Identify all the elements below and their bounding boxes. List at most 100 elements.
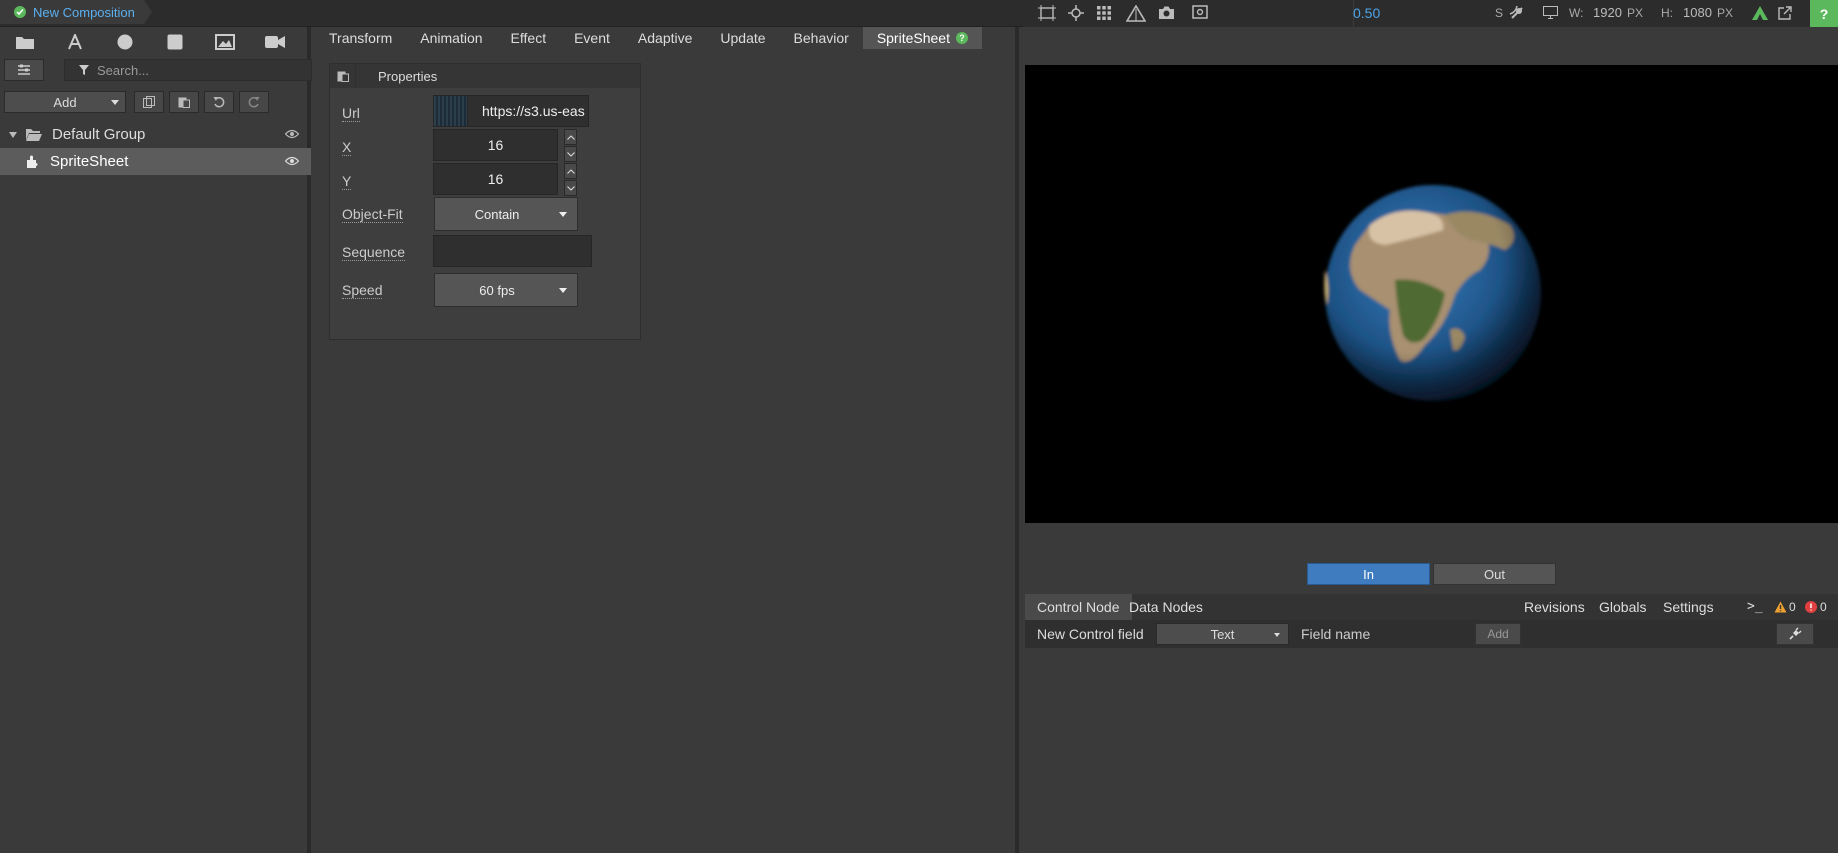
safe-area-triangle-icon[interactable] [1126,5,1146,22]
redo-button[interactable] [239,91,269,113]
camera-icon[interactable] [1158,5,1175,20]
folder-icon[interactable] [0,27,50,57]
tab-effect[interactable]: Effect [497,27,561,49]
scale-label: S [1495,6,1504,20]
tab-label: SpriteSheet [876,30,950,46]
tab-settings[interactable]: Settings [1651,594,1726,620]
tree-item-label: SpriteSheet [50,153,129,170]
paste-properties-button[interactable] [330,64,356,88]
width-value[interactable]: 1920 [1593,5,1622,20]
url-field[interactable]: https://s3.us-eas [433,95,589,127]
help-icon[interactable]: ? [955,32,968,44]
move-crosshair-icon[interactable] [1068,5,1084,21]
chevron-down-icon [566,151,575,157]
y-decrement-button[interactable] [564,180,577,196]
grid-icon[interactable] [1096,5,1112,21]
tab-control-node[interactable]: Control Node [1025,594,1132,620]
tab-revisions[interactable]: Revisions [1512,594,1597,620]
sequence-label: Sequence [342,244,406,261]
url-row: Url https://s3.us-eas [330,95,642,129]
add-field-button[interactable]: Add [1475,623,1521,645]
chevron-up-icon [566,168,575,174]
speed-row: Speed 60 fps [330,273,642,307]
visibility-eye-icon[interactable] [285,156,299,166]
out-button[interactable]: Out [1433,563,1556,585]
object-fit-row: Object-Fit Contain [330,197,642,231]
tab-label: Behavior [793,30,849,46]
chevron-up-icon [566,134,575,140]
copy-button[interactable] [134,91,164,113]
tab-data-nodes[interactable]: Data Nodes [1117,594,1215,620]
field-name-input[interactable]: Field name [1295,623,1455,645]
in-button[interactable]: In [1307,563,1430,585]
control-panel: Control Node Data Nodes Revisions Global… [1023,592,1838,853]
speed-select[interactable]: 60 fps [434,273,578,307]
paste-button[interactable] [169,91,199,113]
screenshot-icon[interactable] [1192,5,1208,19]
tab-animation[interactable]: Animation [406,27,496,49]
connect-button[interactable] [1776,623,1814,645]
x-decrement-button[interactable] [564,146,577,162]
tab-label: Update [720,30,766,46]
tab-globals[interactable]: Globals [1587,594,1658,620]
error-icon [1805,601,1817,613]
tab-update[interactable]: Update [706,27,779,49]
tab-adaptive[interactable]: Adaptive [624,27,706,49]
preview-stage[interactable] [1025,65,1838,523]
monitor-icon[interactable] [1543,6,1558,19]
tree-item-default-group[interactable]: Default Group [0,121,311,148]
field-type-select[interactable]: Text [1156,623,1289,645]
error-count[interactable]: 0 [1820,600,1827,614]
y-increment-button[interactable] [564,163,577,179]
add-label: Add [53,94,77,110]
width-label: W: [1569,6,1584,20]
y-label: Y [342,173,352,190]
x-increment-button[interactable] [564,129,577,145]
caret-down-icon [1274,633,1280,637]
properties-header: Properties [330,64,640,88]
rectangle-icon[interactable] [150,27,200,57]
video-icon[interactable] [250,27,300,57]
x-row: X 16 [330,129,642,163]
sequence-input[interactable] [433,235,592,267]
layer-options-button[interactable] [4,59,44,81]
y-input[interactable]: 16 [433,163,558,195]
layers-panel: Search... Add Default Group SpriteSheet [0,27,312,853]
tab-label: Globals [1599,599,1647,615]
console-icon[interactable]: >_ [1747,599,1763,614]
tab-event[interactable]: Event [560,27,624,49]
search-input[interactable]: Search... [64,59,312,81]
add-dropdown-button[interactable]: Add [4,91,126,113]
chevron-down-icon [566,185,575,191]
external-link-icon[interactable] [1778,6,1792,20]
zoom-level[interactable]: 0.50 [1353,5,1380,21]
tab-label: Revisions [1524,599,1585,615]
help-button[interactable]: ? [1810,0,1838,27]
undo-button[interactable] [204,91,234,113]
field-type-value: Text [1210,626,1235,642]
folder-open-icon [26,129,42,141]
height-value[interactable]: 1080 [1683,5,1712,20]
circle-icon[interactable] [100,27,150,57]
visibility-eye-icon[interactable] [285,129,299,139]
warning-count[interactable]: 0 [1789,600,1796,614]
tab-transform[interactable]: Transform [315,27,406,49]
y-row: Y 16 [330,163,642,197]
fit-frame-icon[interactable] [1038,5,1056,21]
field-name-placeholder: Field name [1301,626,1371,642]
expand-icon[interactable] [9,131,17,138]
check-icon [14,6,26,18]
text-icon[interactable] [50,27,100,57]
tree-item-spritesheet[interactable]: SpriteSheet [0,148,311,175]
tab-spritesheet[interactable]: SpriteSheet? [862,27,982,49]
satellite-icon[interactable] [1507,3,1527,23]
object-fit-select[interactable]: Contain [434,197,578,231]
image-icon[interactable] [200,27,250,57]
composition-breadcrumb[interactable]: New Composition [0,0,152,24]
publish-peak-icon[interactable] [1752,6,1768,20]
add-field-label: Add [1487,627,1509,641]
properties-title: Properties [378,68,438,84]
x-input[interactable]: 16 [433,129,558,161]
tab-behavior[interactable]: Behavior [780,27,863,49]
copy-icon [143,96,155,108]
